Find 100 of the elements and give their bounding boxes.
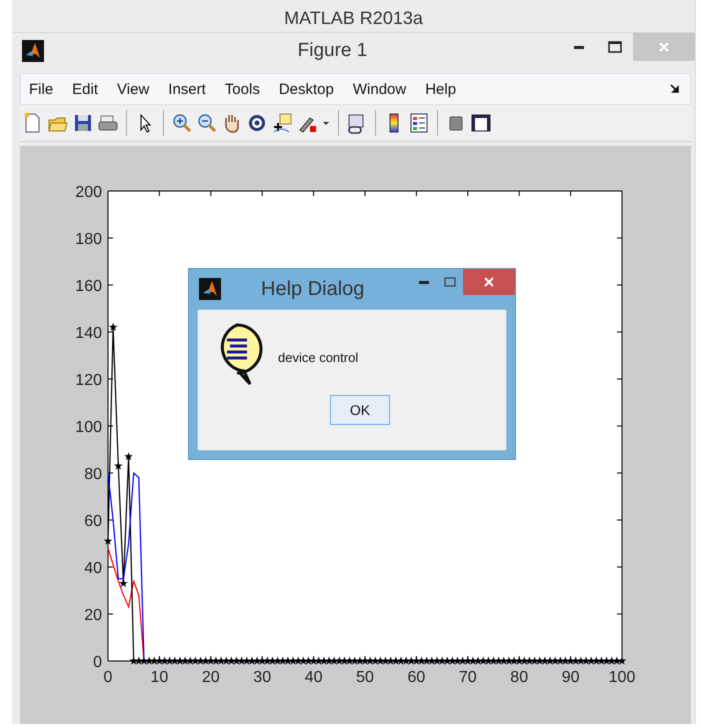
dock-arrow-icon[interactable] [670, 84, 680, 94]
star-marker [340, 656, 349, 665]
ok-button[interactable]: OK [330, 395, 390, 425]
tick-label: 0 [104, 669, 112, 686]
minimize-icon [419, 280, 429, 284]
star-marker [160, 656, 169, 665]
tick-label: 120 [75, 372, 102, 389]
menu-item[interactable]: Desktop [268, 80, 343, 98]
star-marker [104, 536, 112, 545]
star-marker [201, 656, 210, 665]
star-marker [592, 656, 601, 665]
star-marker [478, 656, 488, 665]
star-marker [443, 656, 452, 665]
tick-label: 90 [562, 669, 580, 686]
star-marker [294, 656, 302, 665]
star-marker [324, 656, 334, 665]
star-marker [453, 656, 462, 665]
rotate-icon[interactable] [246, 112, 268, 134]
menu-item[interactable]: Insert [158, 80, 215, 98]
menu-item[interactable]: File [29, 80, 62, 98]
star-marker [140, 656, 148, 665]
star-marker [428, 656, 436, 665]
zoom-out-icon[interactable] [196, 112, 218, 134]
star-marker [196, 656, 205, 665]
star-marker [371, 656, 380, 665]
star-marker [602, 656, 611, 665]
data-cursor-icon[interactable] [271, 112, 293, 134]
star-marker [464, 656, 472, 665]
star-marker [150, 656, 158, 665]
star-marker [607, 656, 616, 665]
tick-label: 0 [93, 654, 102, 671]
tick-label: 70 [458, 669, 477, 686]
star-marker [597, 656, 606, 665]
star-marker [350, 656, 359, 665]
star-marker [417, 656, 426, 665]
star-marker [212, 656, 220, 665]
star-marker [376, 656, 385, 665]
menu-item[interactable]: Help [415, 80, 466, 98]
star-marker [561, 656, 570, 665]
star-marker [248, 656, 256, 665]
star-marker [546, 656, 554, 665]
star-marker [108, 322, 118, 331]
star-marker [232, 656, 241, 665]
menu-item[interactable]: Window [342, 80, 416, 98]
star-marker [216, 656, 226, 665]
star-marker [119, 578, 128, 588]
star-marker [124, 452, 133, 460]
close-icon [658, 41, 670, 53]
star-marker [432, 656, 442, 665]
star-marker [586, 656, 596, 665]
tick-label: 40 [304, 669, 322, 686]
star-marker [335, 656, 344, 665]
tick-label: 10 [150, 669, 168, 686]
star-marker [536, 656, 544, 665]
menu-item[interactable]: Tools [214, 80, 269, 98]
close-button[interactable] [463, 269, 515, 295]
tick-label: 140 [75, 325, 102, 342]
star-marker [314, 656, 323, 665]
star-marker [474, 656, 482, 665]
star-marker [165, 656, 174, 665]
tick-label: 200 [75, 184, 102, 201]
dialog-message: device control [278, 350, 358, 365]
star-marker [520, 656, 529, 665]
star-marker [550, 656, 560, 665]
matlab-logo-icon [22, 40, 44, 62]
star-marker [458, 656, 467, 665]
tick-label: 20 [202, 669, 220, 686]
star-marker [510, 656, 518, 665]
minimize-icon [574, 46, 584, 48]
maximize-icon [608, 41, 622, 53]
menu-item[interactable]: Edit [62, 80, 108, 98]
star-marker [556, 656, 565, 665]
star-marker [299, 656, 308, 665]
star-marker [345, 656, 354, 665]
star-marker [438, 656, 446, 665]
star-marker [129, 656, 138, 665]
star-marker [263, 656, 272, 665]
star-marker [258, 656, 266, 665]
zoom-in-icon[interactable] [171, 112, 193, 134]
tick-label: 40 [84, 560, 102, 577]
legend-icon[interactable] [408, 112, 430, 134]
tick-label: 180 [75, 231, 102, 248]
star-marker [386, 656, 395, 665]
star-marker [572, 656, 580, 665]
menu-item[interactable]: View [107, 80, 158, 98]
tick-label: 100 [75, 419, 102, 436]
tick-label: 50 [356, 669, 374, 686]
tick-label: 80 [510, 669, 528, 686]
show-plot-tools-icon[interactable] [470, 112, 492, 134]
window-title: Figure 1 [296, 40, 368, 62]
tick-label: 30 [253, 669, 272, 686]
star-marker [206, 656, 216, 665]
star-marker [381, 656, 390, 665]
close-icon [483, 276, 495, 288]
save-icon[interactable] [72, 112, 94, 134]
tick-label: 60 [84, 513, 102, 530]
star-marker [500, 656, 508, 665]
matlab-logo-icon [199, 278, 221, 300]
star-marker [396, 656, 406, 665]
star-marker [176, 656, 184, 665]
